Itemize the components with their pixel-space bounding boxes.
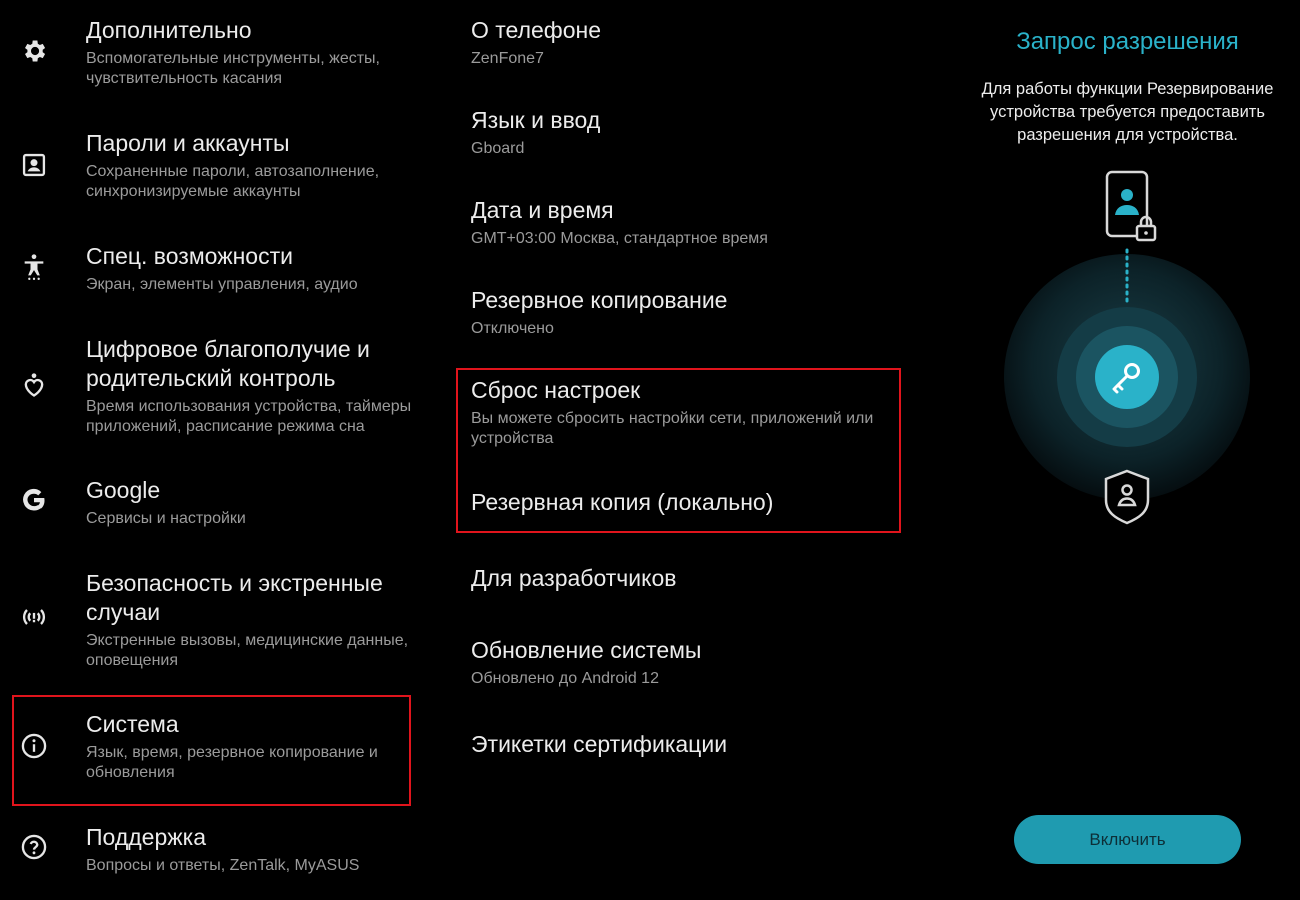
system-item-date-time[interactable]: Дата и время GMT+03:00 Москва, стандартн…: [471, 196, 891, 249]
settings-item-subtitle: Время использования устройства, таймеры …: [86, 398, 412, 435]
settings-item-google[interactable]: Google Сервисы и настройки: [0, 476, 445, 536]
settings-item-passwords[interactable]: Пароли и аккаунты Сохраненные пароли, ав…: [0, 129, 445, 211]
wellbeing-icon: [20, 371, 48, 399]
system-item-title: Язык и ввод: [471, 107, 601, 133]
settings-item-title: Пароли и аккаунты: [86, 130, 290, 156]
settings-item-safety[interactable]: Безопасность и экстренные случаи Экстрен…: [0, 569, 445, 679]
system-item-certification-labels[interactable]: Этикетки сертификации: [471, 730, 891, 759]
system-item-developer-options[interactable]: Для разработчиков: [471, 564, 891, 593]
emergency-icon: [20, 603, 48, 631]
settings-item-support[interactable]: Поддержка Вопросы и ответы, ZenTalk, MyA…: [0, 823, 445, 883]
settings-item-title: Поддержка: [86, 824, 206, 850]
system-item-title: Дата и время: [471, 197, 614, 223]
settings-item-subtitle: Сохраненные пароли, автозаполнение, синх…: [86, 163, 380, 200]
system-item-subtitle: Gboard: [471, 140, 525, 157]
settings-item-subtitle: Вспомогательные инструменты, жесты, чувс…: [86, 50, 380, 87]
enable-button[interactable]: Включить: [1014, 815, 1241, 864]
account-box-icon: [20, 151, 48, 179]
settings-item-subtitle: Экстренные вызовы, медицинские данные, о…: [86, 632, 409, 669]
system-item-subtitle: Обновлено до Android 12: [471, 670, 659, 687]
phone-user-lock-icon: [1105, 170, 1157, 242]
system-settings-list: О телефоне ZenFone7 Язык и ввод Gboard Д…: [445, 0, 915, 900]
google-icon: [20, 486, 48, 514]
system-item-title: О телефоне: [471, 17, 602, 43]
settings-item-title: Безопасность и экстренные случаи: [86, 570, 383, 625]
system-item-subtitle: Отключено: [471, 320, 554, 337]
settings-item-title: Дополнительно: [86, 17, 252, 43]
settings-item-title: Спец. возможности: [86, 243, 293, 269]
system-item-title: Для разработчиков: [471, 565, 677, 591]
gear-icon: [20, 37, 48, 65]
settings-item-title: Google: [86, 477, 161, 503]
permission-illustration: [915, 160, 1300, 540]
settings-item-title: Цифровое благополучие и родительский кон…: [86, 336, 370, 391]
settings-item-accessibility[interactable]: Спец. возможности Экран, элементы управл…: [0, 242, 445, 304]
shield-user-icon: [1104, 469, 1150, 525]
settings-item-subtitle: Вопросы и ответы, ZenTalk, MyASUS: [86, 857, 360, 874]
system-item-backup[interactable]: Резервное копирование Отключено: [471, 286, 891, 339]
settings-item-subtitle: Сервисы и настройки: [86, 510, 246, 527]
highlight-frame-system: [12, 695, 411, 806]
settings-item-subtitle: Экран, элементы управления, аудио: [86, 276, 358, 293]
system-item-subtitle: ZenFone7: [471, 50, 544, 67]
settings-item-wellbeing[interactable]: Цифровое благополучие и родительский кон…: [0, 335, 445, 445]
system-item-title: Этикетки сертификации: [471, 731, 728, 757]
settings-list: Дополнительно Вспомогательные инструмент…: [0, 0, 445, 900]
system-item-title: Обновление системы: [471, 637, 702, 663]
system-item-subtitle: GMT+03:00 Москва, стандартное время: [471, 230, 768, 247]
settings-item-advanced[interactable]: Дополнительно Вспомогательные инструмент…: [0, 16, 445, 98]
help-icon: [20, 833, 48, 861]
system-item-about-phone[interactable]: О телефоне ZenFone7: [471, 16, 891, 69]
permission-request-panel: Запрос разрешения Для работы функции Рез…: [915, 0, 1300, 900]
system-item-system-update[interactable]: Обновление системы Обновлено до Android …: [471, 636, 891, 689]
system-item-title: Резервное копирование: [471, 287, 728, 313]
highlight-frame-reset: [456, 368, 901, 533]
accessibility-icon: [20, 252, 48, 280]
permission-description: Для работы функции Резервирование устрой…: [981, 80, 1274, 144]
system-item-language-input[interactable]: Язык и ввод Gboard: [471, 106, 891, 159]
key-icon: [1095, 345, 1159, 409]
permission-title: Запрос разрешения: [1016, 28, 1239, 55]
